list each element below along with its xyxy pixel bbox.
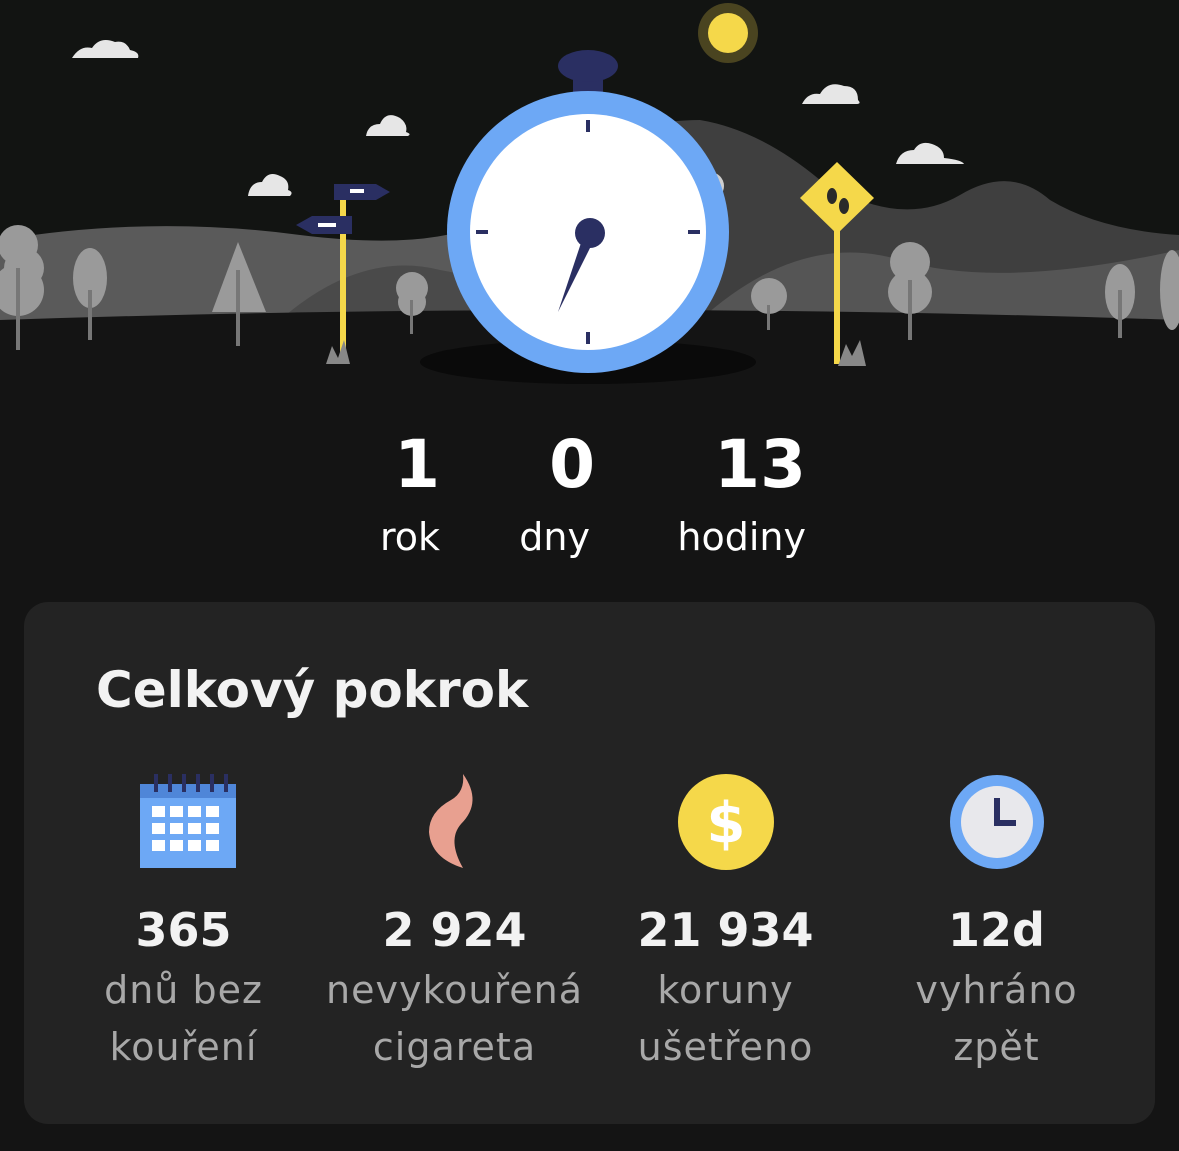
stat-label: nevykouřená cigareta	[326, 968, 583, 1069]
hero-illustration	[0, 0, 1179, 390]
stat-value: 2 924	[382, 903, 527, 957]
years-label: rok	[379, 515, 440, 559]
sun-icon	[698, 3, 758, 63]
days-value: 0	[549, 426, 595, 503]
stat-value: 365	[135, 903, 232, 957]
stat-label: dnů bez kouření	[104, 968, 263, 1069]
stat-money-saved[interactable]: $ 21 934 koruny ušetřeno	[590, 772, 861, 1092]
hours-value: 13	[714, 426, 806, 503]
clock-icon	[950, 775, 1044, 869]
stat-value: 21 934	[637, 903, 814, 957]
stat-label: vyhráno zpět	[915, 968, 1078, 1069]
svg-text:$: $	[707, 791, 746, 856]
stat-smoke-free-days[interactable]: 365 dnů bez kouření	[48, 772, 319, 1092]
progress-card[interactable]: Celkový pokrok 365 dnů bez kouření 2 924…	[24, 602, 1155, 1124]
stat-cigarettes-not-smoked[interactable]: 2 924 nevykouřená cigareta	[319, 772, 590, 1092]
flame-icon	[429, 774, 473, 868]
stat-value: 12d	[948, 903, 1045, 957]
dollar-coin-icon: $	[678, 774, 774, 870]
years-value: 1	[394, 426, 440, 503]
hours-label: hodiny	[677, 515, 806, 559]
stat-time-won-back[interactable]: 12d vyhráno zpět	[861, 772, 1132, 1092]
days-label: dny	[519, 515, 590, 559]
calendar-icon	[140, 774, 236, 868]
card-title: Celkový pokrok	[96, 661, 529, 719]
stat-label: koruny ušetřeno	[637, 968, 814, 1069]
